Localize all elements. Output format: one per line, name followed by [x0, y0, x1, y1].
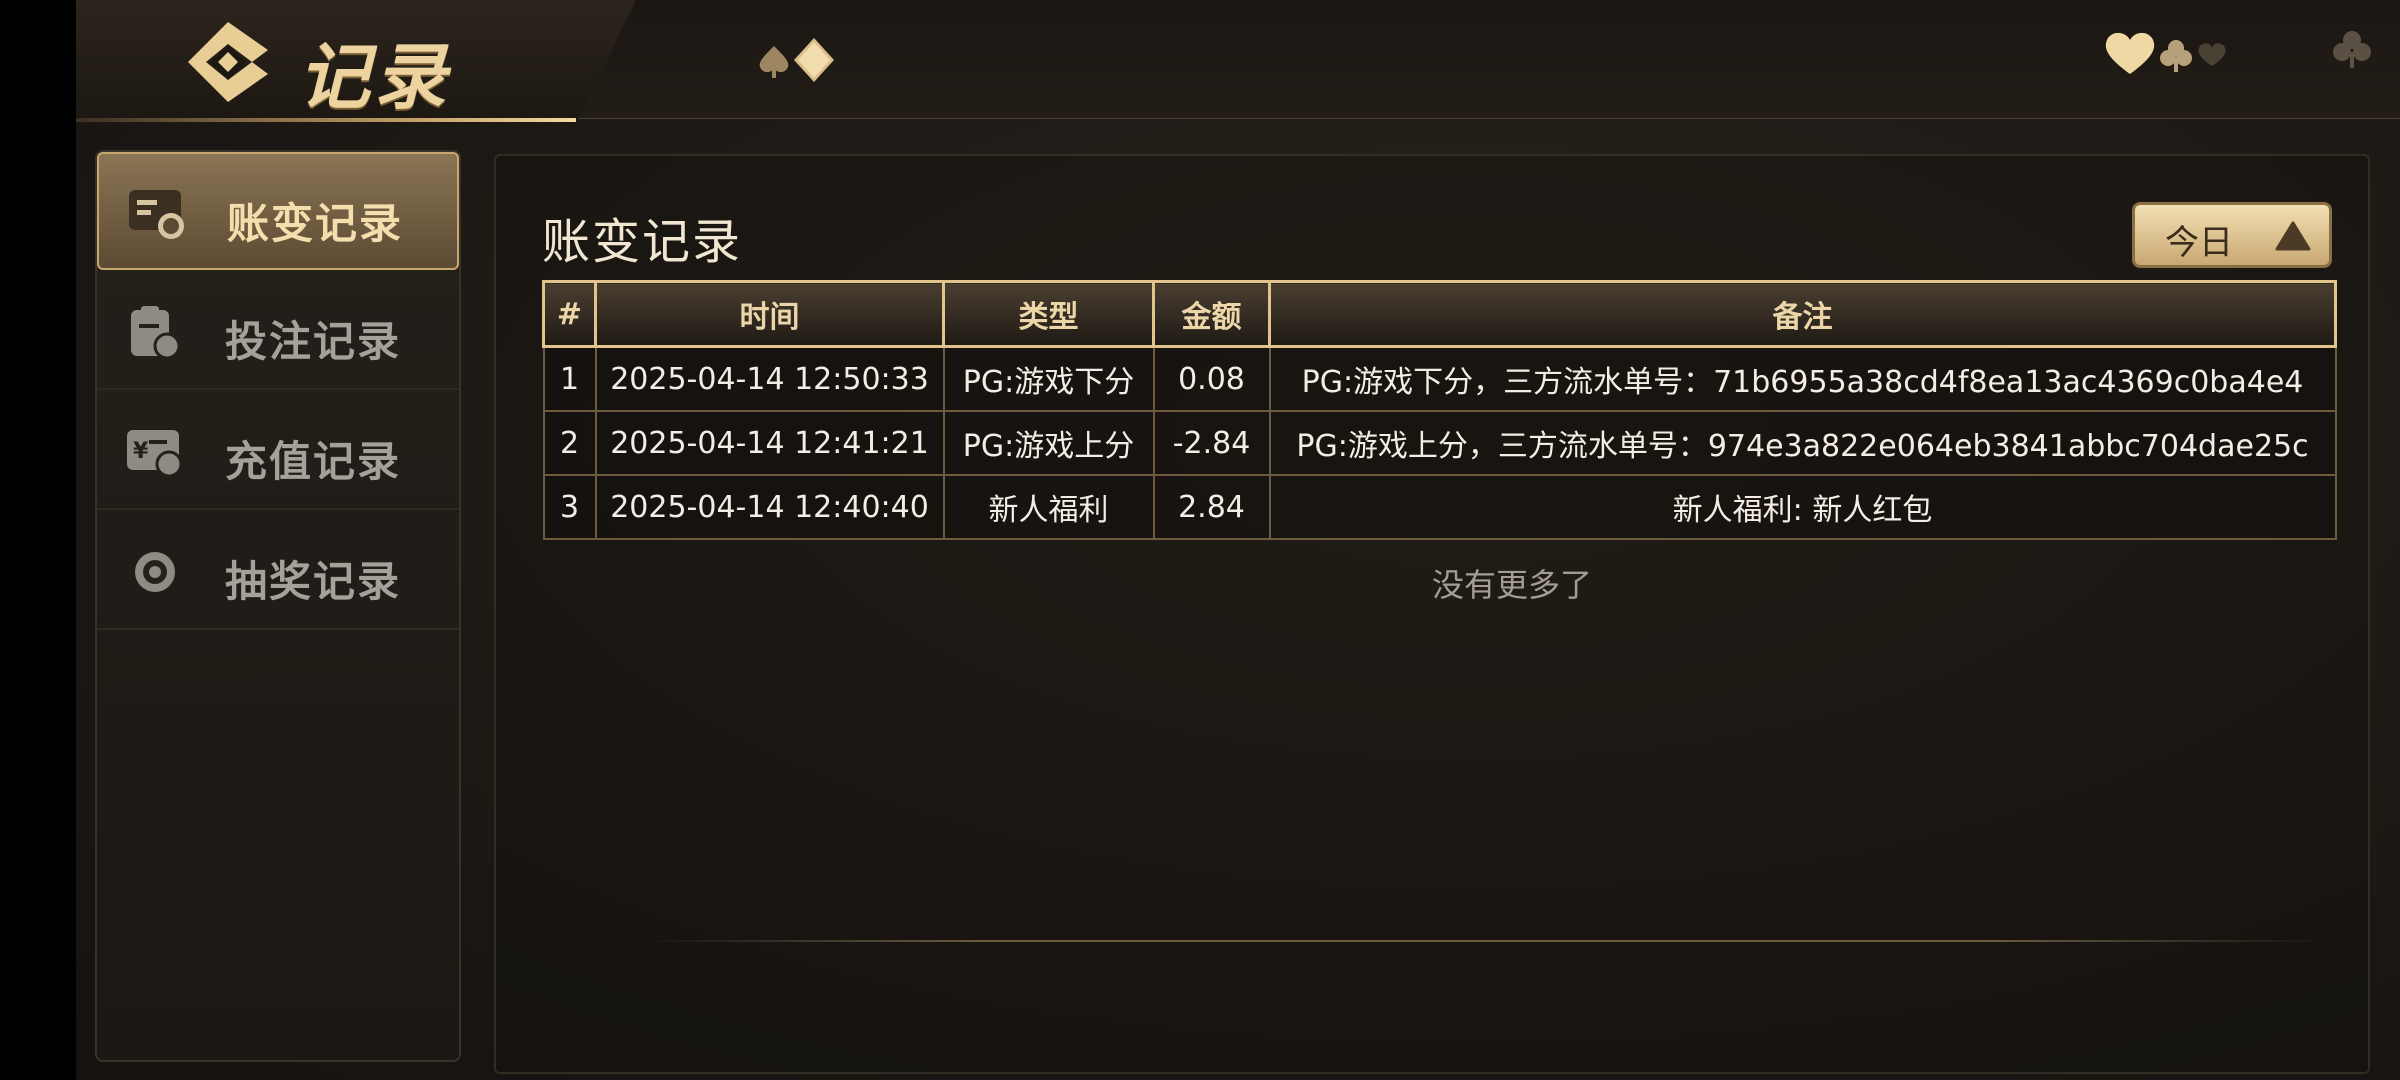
column-header-type: 类型: [942, 280, 1155, 348]
back-arrow-logo-icon[interactable]: [188, 22, 268, 102]
sidebar-item-label: 充值记录: [225, 437, 402, 486]
cell-time: 2025-04-14 12:41:21: [594, 410, 945, 476]
sidebar-item-bet-records[interactable]: 投注记录: [97, 272, 459, 390]
cell-remark: PG:游戏下分，三方流水单号：71b6955a38cd4f8ea13ac4369…: [1268, 345, 2337, 412]
table-header-row: # 时间 类型 金额 备注: [542, 280, 2337, 348]
cell-type: PG:游戏上分: [942, 410, 1155, 476]
lottery-wheel-icon: [135, 552, 175, 592]
date-filter-dropdown[interactable]: 今日: [2132, 202, 2332, 268]
column-header-index: #: [542, 280, 597, 348]
cell-amount: 2.84: [1152, 474, 1271, 540]
cell-index: 3: [542, 474, 597, 540]
column-header-time: 时间: [594, 280, 945, 348]
app-window: 记录 账变记录 投注记录 ¥ 充值记录 抽奖记录 账变记录 今日 # 时间 类型…: [76, 0, 2400, 1080]
cell-index: 1: [542, 345, 597, 412]
club-close-icon[interactable]: [2322, 26, 2382, 76]
column-header-remark: 备注: [1268, 280, 2337, 348]
date-filter-label: 今日: [2165, 223, 2233, 263]
svg-text:¥: ¥: [133, 439, 149, 464]
table-row: 1 2025-04-14 12:50:33 PG:游戏下分 0.08 PG:游戏…: [542, 345, 2337, 412]
cell-index: 2: [542, 410, 597, 476]
heart-club-decoration-icon: [2105, 32, 2226, 74]
cell-time: 2025-04-14 12:40:40: [594, 474, 945, 540]
page-heading: 记录: [298, 35, 451, 119]
no-more-records-text: 没有更多了: [1432, 566, 1593, 604]
cell-type: PG:游戏下分: [942, 345, 1155, 412]
sidebar-item-deposit-records[interactable]: ¥ 充值记录: [97, 392, 459, 510]
sidebar: 账变记录 投注记录 ¥ 充值记录 抽奖记录: [95, 150, 461, 1062]
divider: [646, 940, 2326, 942]
triangle-up-icon: [2275, 221, 2311, 251]
ledger-icon: [129, 190, 184, 239]
column-header-amount: 金额: [1152, 280, 1271, 348]
bet-clipboard-icon: [131, 306, 181, 360]
sidebar-item-lottery-records[interactable]: 抽奖记录: [97, 512, 459, 630]
cell-type: 新人福利: [942, 474, 1155, 540]
sidebar-item-label: 投注记录: [225, 317, 402, 366]
sidebar-item-label: 抽奖记录: [225, 557, 402, 606]
cell-amount: 0.08: [1152, 345, 1271, 412]
sidebar-item-label: 账变记录: [227, 199, 404, 248]
spade-diamond-decoration-icon: [759, 38, 834, 82]
deposit-icon: ¥: [127, 430, 183, 478]
cell-remark: PG:游戏上分，三方流水单号：974e3a822e064eb3841abbc70…: [1268, 410, 2337, 476]
table-row: 2 2025-04-14 12:41:21 PG:游戏上分 -2.84 PG:游…: [542, 410, 2337, 476]
panel-title: 账变记录: [542, 214, 743, 270]
sidebar-item-account-changes[interactable]: 账变记录: [97, 152, 459, 270]
table-row: 3 2025-04-14 12:40:40 新人福利 2.84 新人福利: 新人…: [542, 474, 2337, 540]
cell-remark: 新人福利: 新人红包: [1268, 474, 2337, 540]
cell-amount: -2.84: [1152, 410, 1271, 476]
records-table: # 时间 类型 金额 备注 1 2025-04-14 12:50:33 PG:游…: [542, 280, 2337, 540]
cell-time: 2025-04-14 12:50:33: [594, 345, 945, 412]
